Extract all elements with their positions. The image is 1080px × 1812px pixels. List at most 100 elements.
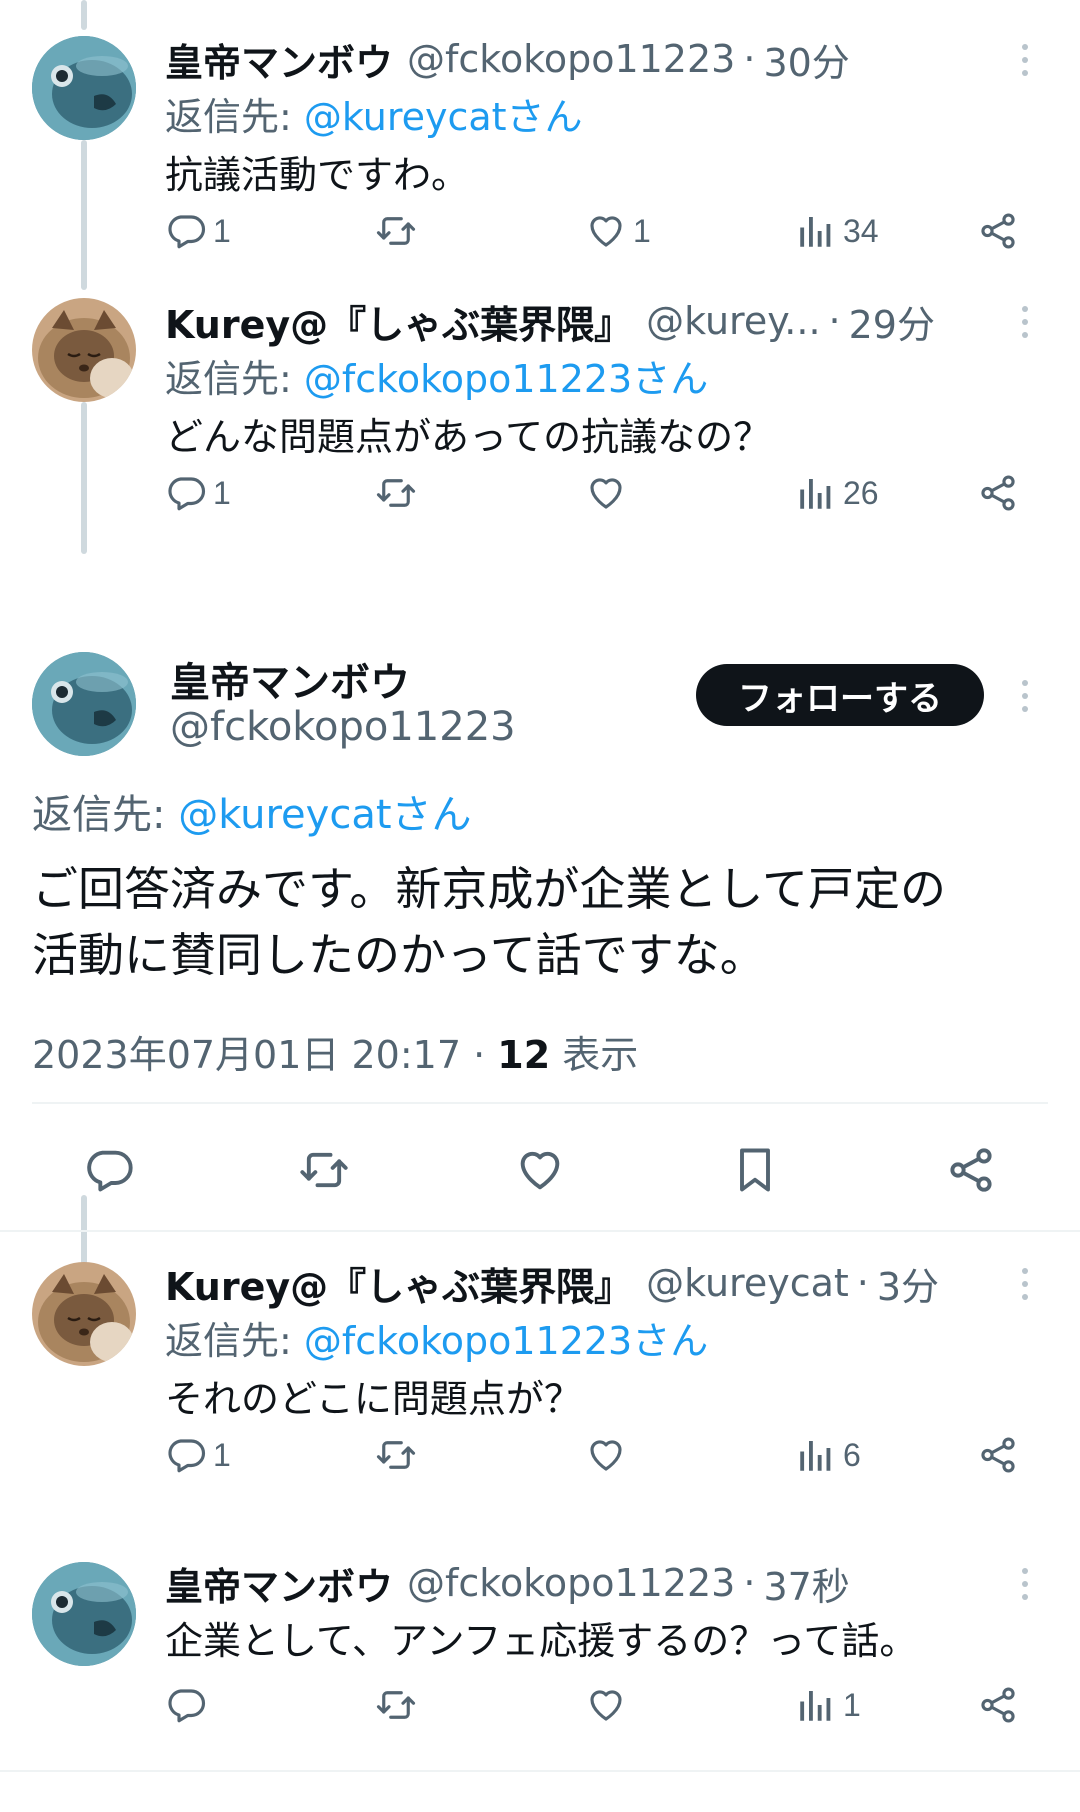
retweet-button[interactable] — [375, 1430, 417, 1480]
reply-icon — [165, 1434, 207, 1476]
retweet-button[interactable] — [375, 1680, 417, 1730]
tweet-time[interactable]: 3分 — [877, 1256, 939, 1311]
mention-link[interactable]: @fckokopo11223さん — [304, 1319, 708, 1363]
bookmark-button[interactable] — [725, 1140, 785, 1200]
reply-count: 1 — [213, 474, 231, 511]
heart-icon — [585, 472, 627, 514]
share-button[interactable] — [941, 1140, 1001, 1200]
like-button[interactable]: 1 — [585, 206, 651, 256]
share-button[interactable] — [977, 468, 1019, 518]
user-handle[interactable]: @fckokopo11223 — [407, 1561, 735, 1605]
reply-button[interactable] — [165, 1680, 213, 1730]
separator-dot: · — [828, 299, 841, 343]
avatar[interactable] — [32, 1562, 136, 1666]
like-button[interactable] — [510, 1140, 570, 1200]
main-tweet-actions — [0, 1140, 1080, 1200]
reply-button[interactable]: 1 — [165, 206, 231, 256]
retweet-icon — [375, 1434, 417, 1476]
avatar[interactable] — [32, 1262, 136, 1366]
views-button[interactable]: 6 — [795, 1430, 861, 1480]
views-icon — [795, 1434, 837, 1476]
bookmark-icon — [729, 1144, 781, 1196]
reply-icon — [165, 1684, 207, 1726]
reply-to-label: 返信先: — [165, 1319, 292, 1363]
tweet-timestamp[interactable]: 2023年07月01日 20:17 — [32, 1033, 461, 1077]
display-name[interactable]: Kurey@『しゃぶ葉界隈』 — [165, 294, 632, 349]
more-icon[interactable] — [1010, 1264, 1040, 1304]
separator-dot: · — [473, 1033, 486, 1077]
user-handle[interactable]: @fckokopo11223 — [170, 704, 516, 750]
views-button[interactable]: 1 — [795, 1680, 861, 1730]
share-button[interactable] — [977, 1680, 1019, 1730]
reply-icon — [165, 472, 207, 514]
display-name[interactable]: 皇帝マンボウ — [165, 1556, 393, 1611]
share-icon — [977, 472, 1019, 514]
views-button[interactable]: 34 — [795, 206, 879, 256]
like-count: 1 — [633, 212, 651, 249]
retweet-button[interactable] — [294, 1140, 354, 1200]
more-icon[interactable] — [1010, 40, 1040, 80]
mention-link[interactable]: @kureycatさん — [178, 792, 471, 838]
tweet-time[interactable]: 30分 — [763, 32, 849, 87]
heart-icon — [585, 1434, 627, 1476]
tweet-header: Kurey@『しゃぶ葉界隈』 @kurey... · 29分 — [165, 292, 1000, 350]
reply-to: 返信先: @kureycatさん — [165, 88, 1000, 146]
user-handle[interactable]: @fckokopo11223 — [407, 37, 735, 81]
views-button[interactable]: 26 — [795, 468, 879, 518]
reply-icon — [165, 210, 207, 252]
view-count: 34 — [843, 212, 879, 249]
reply-to: 返信先: @kureycatさん — [32, 782, 472, 840]
like-button[interactable] — [585, 1680, 633, 1730]
like-button[interactable] — [585, 468, 633, 518]
reply-to-label: 返信先: — [165, 95, 292, 139]
reply-button[interactable]: 1 — [165, 468, 231, 518]
tweet-time[interactable]: 29分 — [849, 294, 935, 349]
share-button[interactable] — [977, 206, 1019, 256]
reply-count: 1 — [213, 1436, 231, 1473]
tweet-time[interactable]: 37秒 — [763, 1556, 849, 1611]
display-name[interactable]: 皇帝マンボウ — [165, 32, 393, 87]
follow-button[interactable]: フォローする — [696, 664, 984, 726]
reply-to: 返信先: @fckokopo11223さん — [165, 1312, 1000, 1370]
avatar[interactable] — [32, 652, 136, 756]
display-name[interactable]: Kurey@『しゃぶ葉界隈』 — [165, 1256, 632, 1311]
heart-icon — [585, 1684, 627, 1726]
view-count: 12 — [497, 1033, 551, 1077]
thread-line — [81, 140, 87, 290]
heart-icon — [514, 1144, 566, 1196]
tweet-text: ご回答済みです。新京成が企業として戸定の 活動に賛同したのかって話ですな。 — [32, 856, 1052, 988]
tweet-text-line: ご回答済みです。新京成が企業として戸定の — [32, 862, 947, 916]
retweet-button[interactable] — [375, 206, 417, 256]
user-handle[interactable]: @kureycat — [646, 1261, 849, 1305]
reply-button[interactable]: 1 — [165, 1430, 231, 1480]
mention-link[interactable]: @kureycatさん — [304, 95, 583, 139]
retweet-icon — [375, 1684, 417, 1726]
more-icon[interactable] — [1010, 676, 1040, 716]
avatar[interactable] — [32, 36, 136, 140]
tweet-actions: 1 26 — [165, 468, 1025, 518]
reply-button[interactable] — [79, 1140, 139, 1200]
display-name[interactable]: 皇帝マンボウ — [170, 650, 410, 708]
share-icon — [977, 210, 1019, 252]
separator-dot: · — [856, 1261, 869, 1305]
retweet-icon — [298, 1144, 350, 1196]
separator-dot: · — [743, 37, 756, 81]
retweet-button[interactable] — [375, 468, 417, 518]
views-icon — [795, 472, 837, 514]
tweet-text: 企業として、アンフェ応援するの？って話。 — [165, 1619, 918, 1663]
avatar[interactable] — [32, 298, 136, 402]
mention-link[interactable]: @fckokopo11223さん — [304, 357, 708, 401]
reply-count: 1 — [213, 212, 231, 249]
user-handle[interactable]: @kurey... — [646, 299, 820, 343]
more-icon[interactable] — [1010, 1564, 1040, 1604]
tweet-header: 皇帝マンボウ @fckokopo11223 · 37秒 — [165, 1554, 1000, 1612]
reply-to-label: 返信先: — [165, 357, 292, 401]
thread-line — [81, 402, 87, 554]
more-icon[interactable] — [1010, 302, 1040, 342]
heart-icon — [585, 210, 627, 252]
view-count: 26 — [843, 474, 879, 511]
divider — [0, 1770, 1080, 1772]
divider — [32, 1102, 1048, 1104]
share-button[interactable] — [977, 1430, 1019, 1480]
like-button[interactable] — [585, 1430, 633, 1480]
